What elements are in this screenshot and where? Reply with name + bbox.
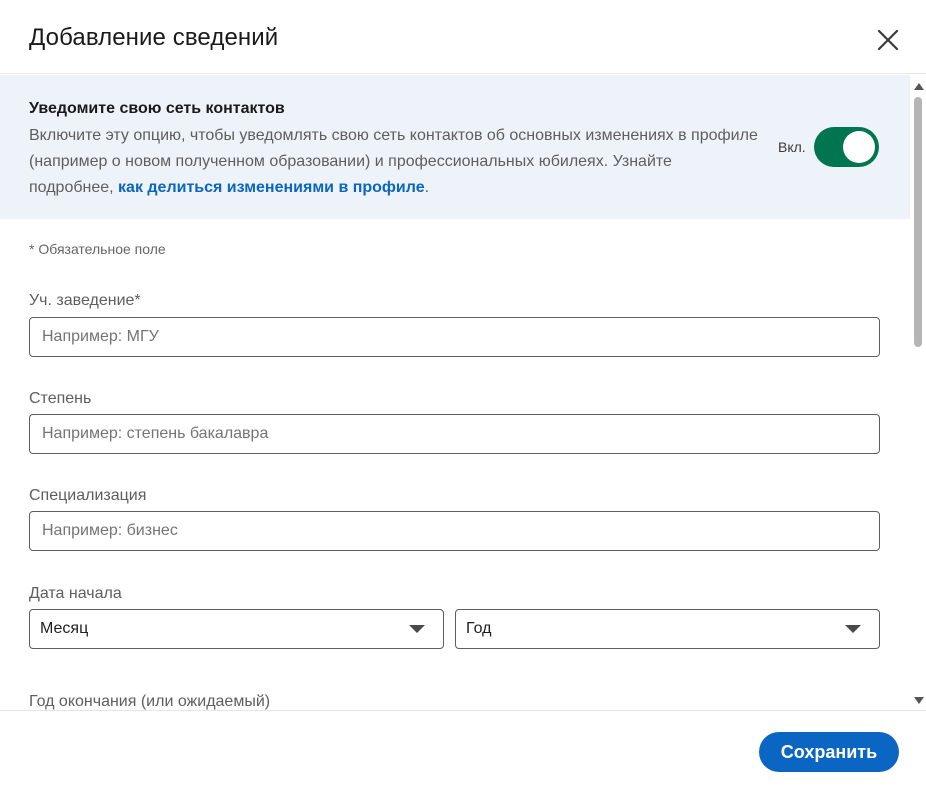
- school-label: Уч. заведение*: [29, 292, 141, 309]
- notify-network-panel: Уведомите свою сеть контактов Включите э…: [0, 75, 910, 219]
- notify-description: Включите эту опцию, чтобы уведомлять сво…: [29, 123, 759, 201]
- toggle-knob: [843, 131, 875, 163]
- dialog-header: Добавление сведений: [0, 0, 926, 74]
- dialog-body: Уведомите свою сеть контактов Включите э…: [0, 75, 910, 710]
- scroll-up-icon[interactable]: [914, 83, 924, 90]
- field-of-study-label: Специализация: [29, 487, 147, 504]
- notify-title: Уведомите свою сеть контактов: [29, 100, 285, 117]
- add-education-dialog: Добавление сведений Уведомите свою сеть …: [0, 0, 926, 790]
- dialog-title: Добавление сведений: [29, 24, 279, 51]
- save-button[interactable]: Сохранить: [759, 732, 899, 772]
- share-changes-link[interactable]: как делиться изменениями в профиле: [118, 179, 425, 196]
- scroll-down-icon[interactable]: [914, 697, 924, 704]
- start-month-select[interactable]: Месяц: [29, 609, 444, 649]
- end-date-label: Год окончания (или ожидаемый): [29, 693, 271, 710]
- scrollbar[interactable]: [910, 75, 926, 710]
- chevron-down-icon: [409, 625, 425, 633]
- close-button[interactable]: [874, 26, 902, 54]
- notify-text-after: .: [424, 179, 430, 196]
- toggle-label: Вкл.: [778, 139, 806, 155]
- notify-toggle[interactable]: [814, 127, 879, 167]
- close-icon: [877, 29, 899, 51]
- degree-input[interactable]: [29, 414, 880, 454]
- chevron-down-icon: [845, 625, 861, 633]
- degree-label: Степень: [29, 390, 92, 407]
- start-month-value: Месяц: [40, 620, 89, 637]
- school-input[interactable]: [29, 317, 880, 357]
- field-of-study-input[interactable]: [29, 511, 880, 551]
- scroll-thumb[interactable]: [914, 97, 922, 347]
- dialog-footer: Сохранить: [0, 710, 926, 790]
- required-note: * Обязательное поле: [29, 241, 166, 257]
- start-year-value: Год: [466, 620, 492, 637]
- start-date-label: Дата начала: [29, 585, 122, 602]
- start-year-select[interactable]: Год: [455, 609, 880, 649]
